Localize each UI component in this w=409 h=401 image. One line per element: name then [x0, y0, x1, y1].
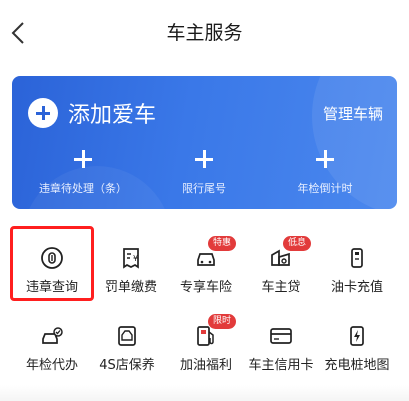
credit-card-icon [270, 328, 292, 344]
service-label: 车主贷 [261, 280, 301, 295]
service-label: 油卡充值 [330, 280, 383, 295]
manage-vehicles-link[interactable]: 管理车辆 [323, 103, 383, 124]
top-bar: 车主服务 [0, 0, 409, 66]
footer-fade [0, 385, 409, 401]
service-ticket-payment[interactable]: ¥ 罚单缴费 [91, 246, 171, 316]
service-label: 4S店保养 [99, 358, 155, 373]
page-title: 车主服务 [166, 22, 243, 44]
service-car-insurance[interactable]: 特惠 专享车险 [166, 236, 246, 316]
service-label: 车主信用卡 [248, 358, 314, 373]
promo-badge: 低息 [283, 236, 312, 251]
plus-icon [316, 150, 334, 168]
stat-label: 违章待处理（条） [39, 182, 127, 195]
service-charging-map[interactable]: 充电桩地图 [317, 324, 397, 394]
stat-violations[interactable]: 违章待处理（条） [19, 150, 147, 196]
add-car-label: 添加爱车 [68, 103, 157, 128]
add-car-button[interactable]: 添加爱车 [28, 96, 156, 130]
service-label: 加油福利 [179, 358, 232, 373]
inspection-icon [42, 327, 63, 344]
promo-badge: 限时 [208, 314, 237, 329]
promo-badge: 特惠 [208, 236, 237, 251]
plus-icon [195, 150, 213, 168]
my-car-card: 添加爱车 管理车辆 违章待处理（条） 限行尾号 年检倒计时 [12, 76, 397, 209]
fuel-card-icon [351, 248, 363, 268]
service-fuel-card[interactable]: 油卡充值 [317, 246, 397, 316]
add-circle-icon [28, 98, 58, 128]
plus-icon [74, 150, 92, 168]
charging-station-icon [350, 326, 364, 346]
service-label: 专享车险 [179, 280, 232, 295]
maintenance-icon [118, 326, 136, 346]
service-inspection[interactable]: 年检代办 [12, 324, 92, 394]
stat-label: 限行尾号 [182, 182, 226, 195]
ticket-payment-icon: ¥ [123, 248, 139, 269]
service-label: 罚单缴费 [104, 280, 157, 295]
service-label: 年检代办 [25, 358, 78, 373]
service-label: 充电桩地图 [324, 358, 390, 373]
highlight-box [10, 226, 94, 301]
service-car-loan[interactable]: 低息 车主贷 [241, 236, 321, 316]
service-fuel-benefits[interactable]: 限时 加油福利 [166, 314, 246, 394]
stat-inspection-countdown[interactable]: 年检倒计时 [261, 150, 389, 196]
stat-plate-restriction[interactable]: 限行尾号 [140, 150, 268, 196]
svg-text:¥: ¥ [133, 254, 138, 263]
service-credit-card[interactable]: 车主信用卡 [241, 324, 321, 394]
service-maintenance[interactable]: 4S店保养 [87, 324, 167, 394]
stat-label: 年检倒计时 [297, 182, 353, 195]
